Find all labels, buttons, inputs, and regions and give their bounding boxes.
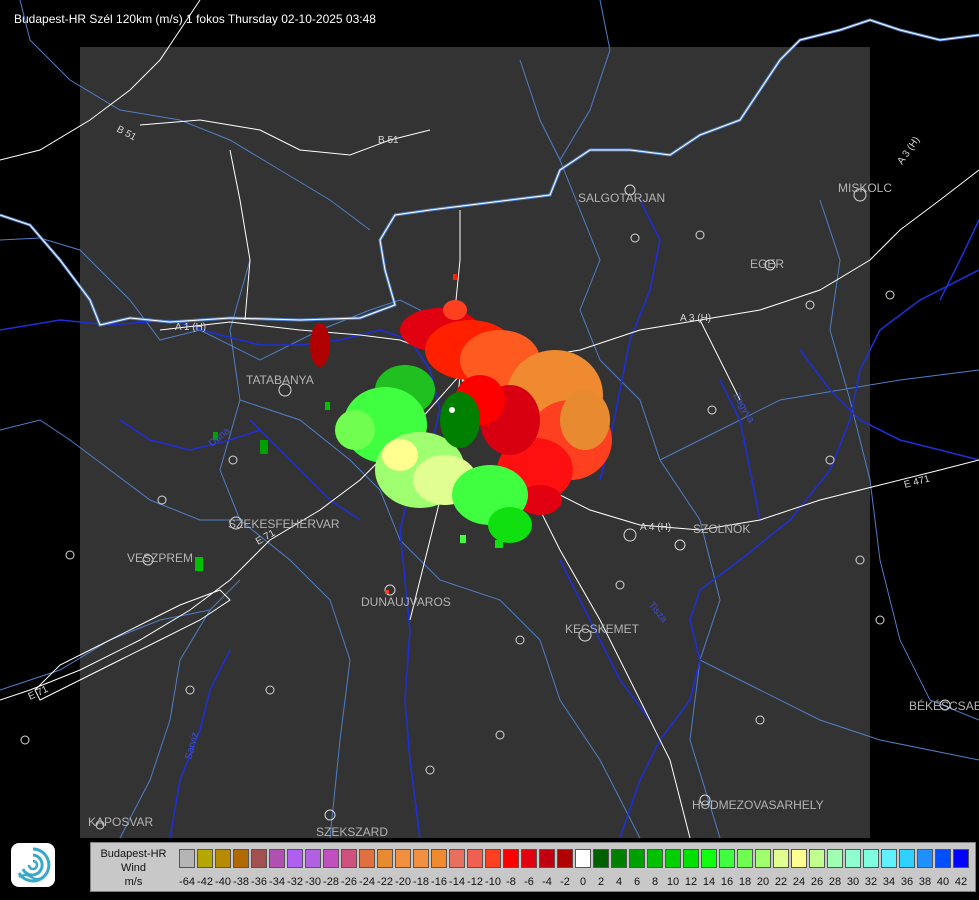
city-label-szolnok: SZOLNOK xyxy=(693,522,750,536)
city-label-eger: EGER xyxy=(750,257,784,271)
legend-swatch xyxy=(683,849,699,868)
city-label-miskolc: MISKOLC xyxy=(838,181,892,195)
legend-scale: -64 -42 -40 -38 -36 -34 -32 -30 -28 -26 -24 -22 -20-… xyxy=(179,849,971,888)
city-label-bekescsaba: BÉKÉSCSABA xyxy=(909,698,979,713)
legend-swatch xyxy=(215,849,231,868)
legend-swatch xyxy=(377,849,393,868)
legend-swatch xyxy=(575,849,591,868)
legend-swatch xyxy=(503,849,519,868)
coverage-area xyxy=(80,47,870,838)
legend-swatch xyxy=(881,849,897,868)
legend-tick-label: 42 xyxy=(954,876,968,888)
legend-swatch xyxy=(773,849,789,868)
road-label-a3-north: A 3 (H) xyxy=(895,135,922,167)
legend-swatch xyxy=(449,849,465,868)
legend-swatch xyxy=(359,849,375,868)
legend-swatch xyxy=(827,849,843,868)
legend-swatch xyxy=(611,849,627,868)
omsz-logo-icon xyxy=(11,843,55,887)
road-label-a1: A 1 (H) xyxy=(175,322,206,333)
road-label-e71-south: E 71 xyxy=(27,684,51,703)
legend-swatch xyxy=(719,849,735,868)
legend-swatch xyxy=(413,849,429,868)
road-label-b51-north: B 51 xyxy=(378,135,399,146)
legend-swatch xyxy=(539,849,555,868)
legend-swatch xyxy=(287,849,303,868)
city-label-hodmezovasarhely: HODMEZOVASARHELY xyxy=(692,798,824,812)
legend-swatch xyxy=(863,849,879,868)
legend-swatch xyxy=(593,849,609,868)
legend-swatch xyxy=(269,849,285,868)
legend-swatch xyxy=(323,849,339,868)
legend-swatch xyxy=(647,849,663,868)
legend-swatch xyxy=(521,849,537,868)
city-label-szekszard: SZEKSZARD xyxy=(316,825,388,838)
road-label-a3: A 3 (H) xyxy=(680,313,711,324)
legend-swatch xyxy=(701,849,717,868)
road-label-a4: A 4 (H) xyxy=(640,522,671,533)
legend-swatch xyxy=(179,849,195,868)
legend-swatch xyxy=(233,849,249,868)
city-label-salgotarjan: SALGOTARJAN xyxy=(578,191,665,205)
legend-swatch xyxy=(917,849,933,868)
city-label-kaposvar: KAPOSVAR xyxy=(88,815,153,829)
legend-swatch xyxy=(935,849,951,868)
radar-site-marker xyxy=(449,407,455,413)
legend-swatch xyxy=(737,849,753,868)
legend-unit: m/s xyxy=(124,876,143,888)
legend-info: Budapest-HR Wind m/s xyxy=(91,843,176,891)
legend-swatch xyxy=(557,849,573,868)
legend-swatch xyxy=(485,849,501,868)
legend-swatch xyxy=(431,849,447,868)
city-label-szekesfehervar: SZEKESFEHERVAR xyxy=(228,517,340,531)
city-label-veszprem: VESZPREM xyxy=(127,551,193,565)
legend-swatch xyxy=(629,849,645,868)
legend-swatch xyxy=(197,849,213,868)
legend-swatch xyxy=(665,849,681,868)
legend-swatch xyxy=(755,849,771,868)
legend-swatch xyxy=(791,849,807,868)
legend-swatch xyxy=(953,849,969,868)
legend-swatch xyxy=(341,849,357,868)
legend-swatch xyxy=(845,849,861,868)
legend-product: Wind xyxy=(120,862,147,874)
legend-swatch xyxy=(305,849,321,868)
legend-swatch xyxy=(395,849,411,868)
legend-swatch xyxy=(467,849,483,868)
legend-swatch xyxy=(809,849,825,868)
legend-radar-name: Budapest-HR xyxy=(100,848,167,860)
road-label-e471: E 471 xyxy=(903,473,932,491)
radar-map[interactable]: SALGOTARJAN EGER MISKOLC TATABANYA SZEKE… xyxy=(0,0,979,838)
legend-swatch xyxy=(899,849,915,868)
color-legend: Budapest-HR Wind m/s -64 -42 -40 -38 -36 -34-… xyxy=(90,842,976,892)
city-label-dunaujvaros: DUNAUJVAROS xyxy=(361,595,451,609)
city-label-tatabanya: TATABANYA xyxy=(246,373,314,387)
legend-swatch xyxy=(251,849,267,868)
city-label-kecskemet: KECSKEMET xyxy=(565,622,640,636)
